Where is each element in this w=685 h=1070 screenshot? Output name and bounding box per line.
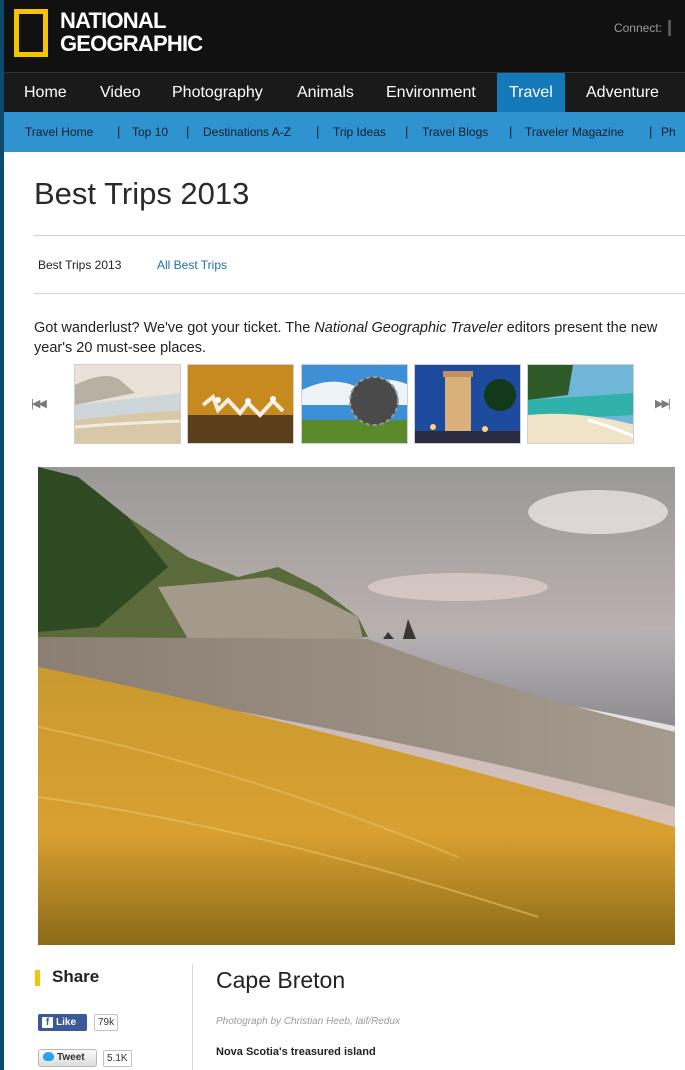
column-divider — [192, 964, 193, 1070]
carousel-next-icon[interactable]: ▶▶| — [655, 397, 671, 410]
thumb-tower-image — [415, 365, 520, 443]
nav-video[interactable]: Video — [100, 73, 141, 113]
thumb-beach-image — [528, 365, 633, 443]
breadcrumb-all-best-trips-link[interactable]: All Best Trips — [157, 258, 227, 272]
nav-photography[interactable]: Photography — [172, 73, 263, 113]
subnav-trip-ideas[interactable]: Trip Ideas — [333, 112, 386, 152]
nav-environment[interactable]: Environment — [386, 73, 476, 113]
subnav-separator: | — [186, 124, 190, 139]
twitter-bird-icon — [43, 1052, 54, 1061]
thumb-coast-image — [75, 365, 180, 443]
subnav-separator: | — [509, 124, 513, 139]
hero-photo — [38, 467, 675, 945]
tweet-label: Tweet — [57, 1052, 85, 1063]
thumb-sphere-image — [302, 365, 407, 443]
carousel-prev-icon[interactable]: |◀◀ — [31, 397, 47, 410]
divider — [34, 293, 685, 294]
photo-credit: Photograph by Christian Heeb, laif/Redux — [216, 1016, 400, 1027]
nav-travel[interactable]: Travel — [497, 73, 565, 113]
tweet-count: 5.1K — [103, 1050, 132, 1067]
subnav-traveler-magazine[interactable]: Traveler Magazine — [525, 112, 624, 152]
cape-breton-photo — [38, 467, 675, 945]
site-logo-text[interactable]: NATIONAL GEOGRAPHIC — [60, 8, 203, 56]
carousel-thumb-5[interactable] — [527, 364, 634, 444]
tweet-button[interactable]: Tweet — [38, 1049, 97, 1067]
subnav-photo-truncated[interactable]: Ph — [661, 112, 676, 152]
main-content: Best Trips 2013 Best Trips 2013 All Best… — [4, 152, 685, 1070]
subnav-separator: | — [117, 124, 121, 139]
divider — [34, 235, 685, 236]
nav-animals[interactable]: Animals — [297, 73, 354, 113]
thumb-cranes-image — [188, 365, 293, 443]
natgeo-logo-icon[interactable] — [14, 9, 48, 57]
main-nav: Home Video Photography Animals Environme… — [4, 72, 685, 113]
intro-paragraph: Got wanderlust? We've got your ticket. T… — [34, 318, 674, 358]
like-count: 79k — [94, 1014, 119, 1031]
subnav-separator: | — [649, 124, 653, 139]
carousel-thumb-3[interactable] — [301, 364, 408, 444]
carousel-thumb-4[interactable] — [414, 364, 521, 444]
carousel-thumb-1[interactable] — [74, 364, 181, 444]
share-heading: Share — [52, 967, 100, 986]
intro-text-1: Got wanderlust? We've got your ticket. T… — [34, 320, 315, 336]
breadcrumb-current: Best Trips 2013 — [38, 258, 122, 272]
connect-label: Connect: — [614, 20, 671, 36]
share-accent-bar — [35, 970, 40, 986]
carousel-thumb-2[interactable] — [187, 364, 294, 444]
subnav-separator: | — [405, 124, 409, 139]
intro-magazine-name: National Geographic Traveler — [314, 320, 503, 336]
travel-sub-nav: Travel Home | Top 10 | Destinations A-Z … — [4, 112, 685, 152]
subnav-travel-home[interactable]: Travel Home — [25, 112, 93, 152]
photo-subhead: Nova Scotia's treasured island — [216, 1046, 376, 1058]
facebook-icon: f — [42, 1017, 53, 1028]
subnav-travel-blogs[interactable]: Travel Blogs — [422, 112, 488, 152]
subnav-separator: | — [316, 124, 320, 139]
site-header: NATIONAL GEOGRAPHIC Connect: — [4, 0, 685, 72]
subnav-top-10[interactable]: Top 10 — [132, 112, 168, 152]
facebook-like-button[interactable]: f Like — [38, 1014, 87, 1031]
nav-adventure[interactable]: Adventure — [586, 73, 659, 113]
logo-line-1: NATIONAL — [60, 8, 166, 33]
photo-caption-title: Cape Breton — [216, 967, 346, 993]
nav-home[interactable]: Home — [24, 73, 67, 113]
like-label: Like — [56, 1017, 77, 1028]
page-title: Best Trips 2013 — [34, 176, 250, 211]
logo-line-2: GEOGRAPHIC — [60, 31, 203, 56]
subnav-destinations[interactable]: Destinations A-Z — [203, 112, 291, 152]
